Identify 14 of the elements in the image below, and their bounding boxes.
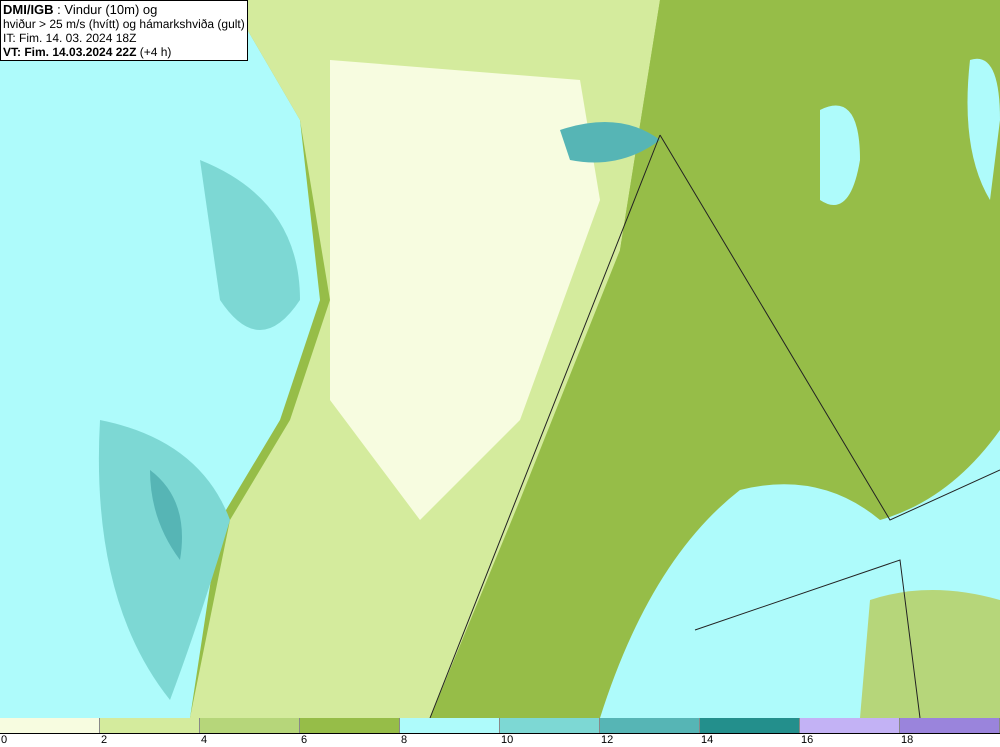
legend-tick-label: 6 — [300, 734, 308, 747]
map-subtitle: VT: Fim. 14.03.2024 22Z (+4 h) — [3, 45, 172, 59]
legend-tick-label: 4 — [200, 734, 208, 747]
legend-tick-label: 16 — [800, 734, 814, 747]
legend-tick-label: 8 — [400, 734, 408, 747]
map-title: DMI/IGB : Vindur (10m) og — [3, 2, 158, 17]
legend-tick-label: 18 — [900, 734, 914, 747]
map-subtitle: hviður > 25 m/s (hvítt) og hámarkshviða (gult) — [3, 17, 245, 31]
legend-tick-label: 2 — [100, 734, 108, 747]
map-subtitle: IT: Fim. 14. 03. 2024 18Z — [3, 31, 138, 45]
legend-tick-label: 12 — [600, 734, 614, 747]
legend-tick-label: 10 — [500, 734, 514, 747]
legend-tick-label: 0 — [0, 734, 8, 747]
legend-tick-label: 14 — [700, 734, 714, 747]
